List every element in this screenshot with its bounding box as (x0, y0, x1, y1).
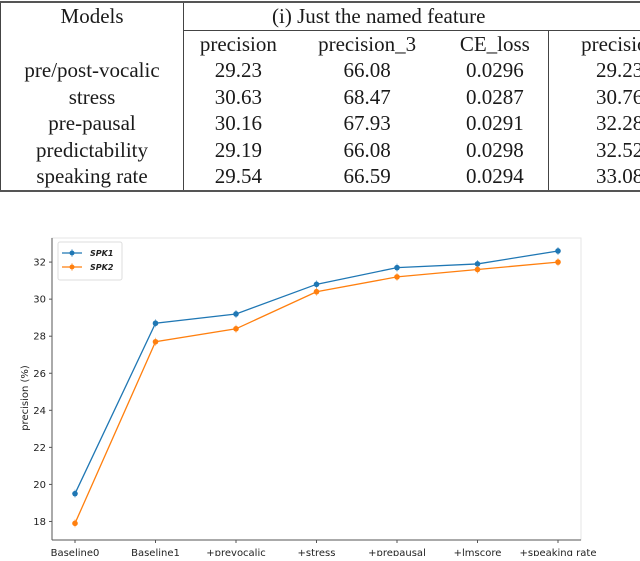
legend-label: SPK2 (90, 263, 114, 272)
cell-precision-b: 29.23 (549, 57, 640, 84)
group-header: (i) Just the named feature (184, 2, 640, 30)
x-tick-label: +prepausal (368, 548, 426, 556)
cell-ce-loss: 0.0296 (442, 57, 549, 84)
data-point (555, 248, 561, 254)
col-header-precision-3: precision_3 (293, 30, 442, 57)
legend-box (58, 242, 122, 280)
data-point (314, 289, 320, 295)
data-point (233, 326, 239, 332)
cell-ce-loss: 0.0294 (442, 163, 549, 191)
cell-ce-loss: 0.0298 (442, 137, 549, 164)
series-line (75, 262, 558, 523)
series-spk2 (72, 258, 561, 527)
x-tick-label: +stress (298, 548, 336, 556)
table-row: pre/post-vocalic 29.23 66.08 0.0296 29.2… (1, 57, 640, 84)
row-model: speaking rate (1, 163, 184, 191)
data-point (314, 282, 320, 288)
models-header: Models (1, 2, 184, 30)
x-tick-label: Baseline1 (131, 548, 180, 556)
cell-precision-b: 32.52 (549, 137, 640, 164)
precision-line-chart: 18 20 22 24 26 28 30 32 Baseline0 Baseline1 +prev… (0, 228, 640, 556)
y-tick-label: 24 (33, 406, 46, 417)
x-tick-label: +lmscore (454, 548, 502, 556)
legend-marker (70, 265, 75, 270)
cell-precision-3: 67.93 (293, 110, 442, 137)
x-tick-label: +prevocalic (206, 548, 266, 556)
row-model: pre/post-vocalic (1, 57, 184, 84)
cell-precision-b: 30.76 (549, 84, 640, 111)
col-header-precision: precision (184, 30, 293, 57)
cell-precision-b: 32.28 (549, 110, 640, 137)
series-spk1 (72, 247, 561, 498)
y-tick-label: 18 (33, 517, 46, 528)
y-tick-label: 26 (33, 369, 46, 380)
y-tick-label: 28 (33, 332, 46, 343)
y-axis-label: precision (%) (20, 365, 31, 431)
cell-precision-3: 66.59 (293, 163, 442, 191)
data-point (72, 521, 78, 527)
data-point (153, 320, 159, 326)
col-header-precision-b: precision (549, 30, 640, 57)
chart-legend: SPK1 SPK2 (58, 242, 122, 280)
legend-label: SPK1 (90, 249, 113, 258)
row-model: stress (1, 84, 184, 111)
y-tick-label: 22 (33, 443, 46, 454)
cell-precision: 30.63 (184, 84, 293, 111)
x-tick-label: Baseline0 (51, 548, 100, 556)
results-table: Models (i) Just the named feature precis… (0, 1, 640, 192)
col-header-ce-loss: CE_loss (442, 30, 549, 57)
precision-chart-container: 18 20 22 24 26 28 30 32 Baseline0 Baseline1 +prev… (0, 228, 640, 556)
table-row: speaking rate 29.54 66.59 0.0294 33.08 (1, 163, 640, 191)
cell-precision: 29.19 (184, 137, 293, 164)
data-point (394, 274, 400, 280)
x-tick-label: +speaking rate (520, 548, 597, 556)
chart-series (72, 247, 561, 527)
y-tick-label: 20 (33, 480, 46, 491)
table-row: stress 30.63 68.47 0.0287 30.76 (1, 84, 640, 111)
results-table-container: Models (i) Just the named feature precis… (0, 0, 640, 192)
cell-precision: 30.16 (184, 110, 293, 137)
data-point (72, 491, 78, 497)
cell-precision: 29.54 (184, 163, 293, 191)
row-model: pre-pausal (1, 110, 184, 137)
data-point (394, 265, 400, 271)
y-tick-label: 30 (33, 295, 46, 306)
cell-ce-loss: 0.0291 (442, 110, 549, 137)
cell-precision-b: 33.08 (549, 163, 640, 191)
cell-ce-loss: 0.0287 (442, 84, 549, 111)
y-ticks: 18 20 22 24 26 28 30 32 (33, 258, 52, 528)
data-point (555, 259, 561, 265)
y-tick-label: 32 (33, 258, 46, 269)
cell-precision-3: 68.47 (293, 84, 442, 111)
cell-precision-3: 66.08 (293, 57, 442, 84)
cell-precision-3: 66.08 (293, 137, 442, 164)
models-subheader-empty (1, 30, 184, 57)
row-model: predictability (1, 137, 184, 164)
x-ticks: Baseline0 Baseline1 +prevocalic +stress +pre… (51, 540, 597, 556)
table-row: predictability 29.19 66.08 0.0298 32.52 (1, 137, 640, 164)
cell-precision: 29.23 (184, 57, 293, 84)
data-point (233, 311, 239, 317)
legend-marker (70, 251, 75, 256)
data-point (153, 339, 159, 345)
data-point (475, 267, 481, 273)
table-row: pre-pausal 30.16 67.93 0.0291 32.28 (1, 110, 640, 137)
